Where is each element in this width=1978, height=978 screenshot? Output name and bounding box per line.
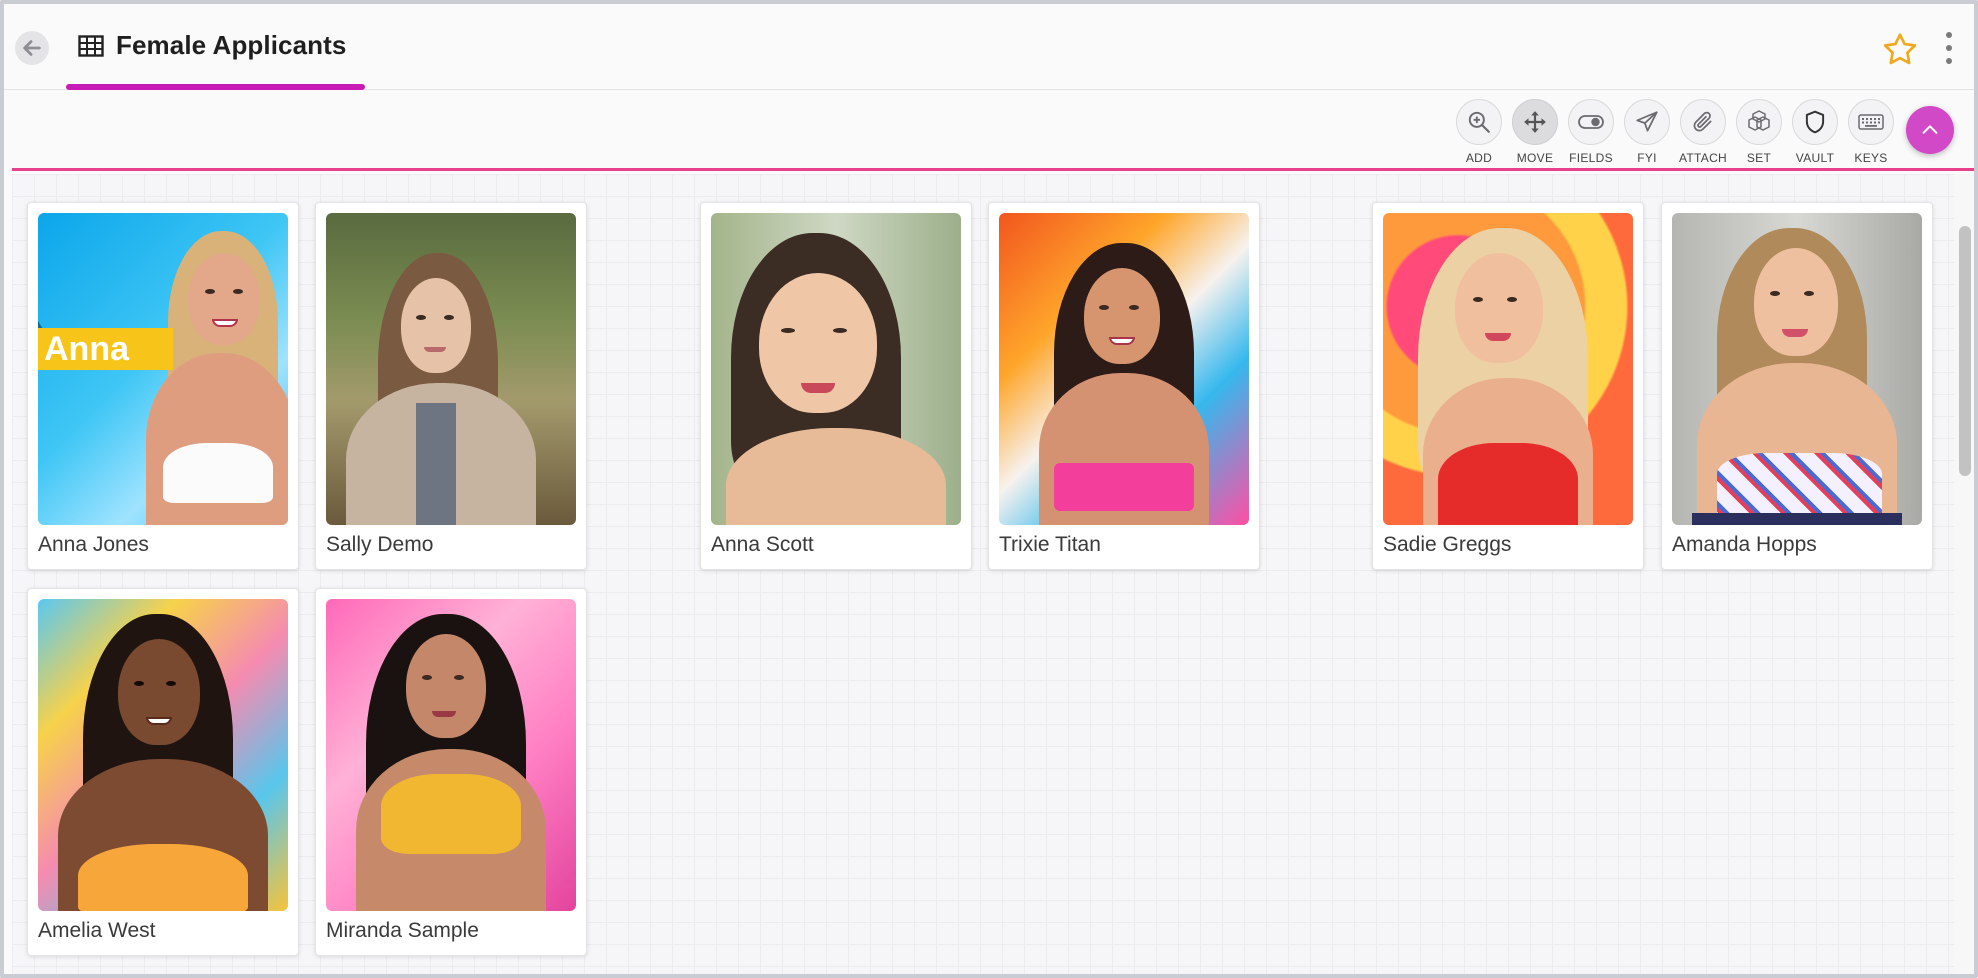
set-button-label: SET [1746,151,1772,165]
applicant-photo [38,599,288,911]
fields-button-label: FIELDS [1569,151,1613,165]
applicant-photo [999,213,1249,525]
attach-button-label: ATTACH [1678,151,1728,165]
applicant-photo: Anna [38,213,288,525]
tool-icon-wrap [1456,99,1502,145]
more-dot-icon [1946,45,1952,51]
applicant-photo [1383,213,1633,525]
more-dot-icon [1946,58,1952,64]
active-tab-indicator [66,84,365,90]
vault-button[interactable]: VAULT [1787,99,1843,165]
zoom-in-icon [1468,111,1490,133]
tool-icon-wrap [1624,99,1670,145]
tool-icon-wrap [1680,99,1726,145]
applicant-card[interactable]: Sally Demo [315,202,587,570]
more-dot-icon [1946,32,1952,38]
applicant-card[interactable]: Amanda Hopps [1661,202,1933,570]
collapse-toolbar-button[interactable] [1906,106,1954,154]
applicant-name: Anna Scott [711,533,814,556]
fyi-button[interactable]: FYI [1619,99,1675,165]
more-options-button[interactable] [1942,28,1956,68]
tool-icon-wrap [1792,99,1838,145]
applicant-name: Amelia West [38,919,156,942]
keyboard-icon [1858,114,1884,130]
page-title-group: Female Applicants [78,30,346,61]
card-canvas: Anna Anna Jones Sally Demo Anna Scott Tr… [12,174,1954,974]
set-button[interactable]: SET [1731,99,1787,165]
applicant-card[interactable]: Trixie Titan [988,202,1260,570]
vault-button-label: VAULT [1795,151,1835,165]
keys-button[interactable]: KEYS [1843,99,1899,165]
star-icon [1883,33,1917,65]
toolbar-divider [12,168,1974,171]
paper-plane-icon [1636,111,1658,132]
fields-button[interactable]: FIELDS [1563,99,1619,165]
toggle-icon [1578,115,1604,129]
tool-icon-wrap [1736,99,1782,145]
photo-name-tag: Anna [38,328,173,370]
applicant-card[interactable]: Anna Scott [700,202,972,570]
applicant-photo [711,213,961,525]
applicant-name: Amanda Hopps [1672,533,1817,556]
shield-icon [1805,110,1825,134]
chevron-up-icon [1922,125,1938,134]
move-button[interactable]: MOVE [1507,99,1563,165]
toolbar: ADD MOVE FIELDS FYI ATTACH SET VAULT KEY… [4,91,1974,171]
app-window: Female Applicants ADD MOVE FIELDS FYI AT… [0,0,1978,978]
tool-icon-wrap [1848,99,1894,145]
move-icon [1524,111,1546,133]
paperclip-icon [1693,111,1712,132]
scrollbar-thumb[interactable] [1959,226,1971,476]
tool-icon-wrap [1568,99,1614,145]
header: Female Applicants [4,4,1974,90]
applicant-photo [326,213,576,525]
table-icon [78,34,104,57]
page-title: Female Applicants [116,30,347,60]
applicant-name: Sadie Greggs [1383,533,1512,556]
keys-button-label: KEYS [1854,151,1888,165]
applicant-name: Miranda Sample [326,919,479,942]
applicant-card[interactable]: Amelia West [27,588,299,956]
arrow-left-icon [23,40,41,56]
back-button[interactable] [15,31,49,65]
add-button-label: ADD [1465,151,1493,165]
applicant-photo [326,599,576,911]
tool-icon-wrap [1512,99,1558,145]
fyi-button-label: FYI [1637,151,1657,165]
add-button[interactable]: ADD [1451,99,1507,165]
applicant-card[interactable]: Miranda Sample [315,588,587,956]
applicant-card[interactable]: Sadie Greggs [1372,202,1644,570]
attach-button[interactable]: ATTACH [1675,99,1731,165]
applicant-name: Sally Demo [326,533,434,556]
tool-group: ADD MOVE FIELDS FYI ATTACH SET VAULT KEY… [1451,99,1899,165]
applicant-name: Anna Jones [38,533,149,556]
applicant-card[interactable]: Anna Anna Jones [27,202,299,570]
boxes-icon [1748,110,1770,131]
move-button-label: MOVE [1516,151,1554,165]
applicant-photo [1672,213,1922,525]
applicant-name: Trixie Titan [999,533,1101,556]
favorite-button[interactable] [1880,30,1920,70]
